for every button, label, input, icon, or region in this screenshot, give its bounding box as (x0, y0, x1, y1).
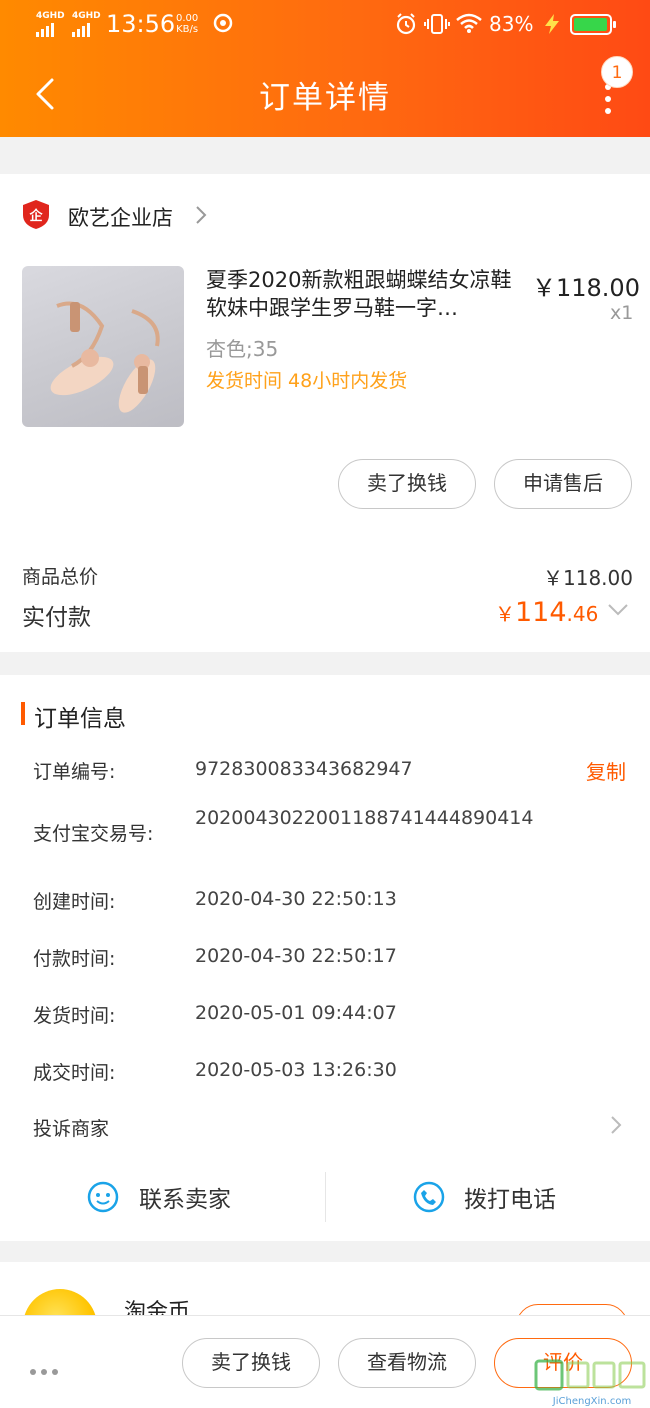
sim2-label: 4GHD (72, 11, 101, 21)
product-spec: 杏色;35 (206, 337, 279, 361)
vibrate-icon (424, 14, 450, 34)
paid-integer: 114 (515, 597, 567, 628)
chat-icon[interactable] (86, 1180, 120, 1214)
goods-total-value: ￥118.00 (543, 566, 633, 590)
paid-amount-label: 实付款 (22, 605, 91, 631)
paid-currency: ￥ (495, 602, 515, 626)
shipped-time-value: 2020-05-01 09:44:07 (195, 1002, 397, 1024)
more-dots-icon[interactable] (30, 1360, 63, 1379)
product-title[interactable]: 夏季2020新款粗跟蝴蝶结女凉鞋软妹中跟学生罗马鞋一字… (206, 266, 526, 322)
copy-button[interactable]: 复制 (586, 756, 626, 785)
alipay-trade-value: 2020043022001188741444890414 (195, 807, 534, 829)
wifi-icon (456, 13, 482, 33)
sandal-illustration (50, 301, 160, 413)
shipping-time: 发货时间 48小时内发货 (206, 370, 408, 392)
shipped-time-label: 发货时间: (33, 1005, 116, 1027)
charging-icon (545, 14, 559, 34)
complain-seller-link[interactable]: 投诉商家 (33, 1114, 109, 1141)
paid-time-label: 付款时间: (33, 948, 116, 970)
product-price: ￥118.00 (532, 274, 640, 302)
view-logistics-button[interactable]: 查看物流 (338, 1338, 476, 1388)
net-speed: 0.00 KB/s (176, 13, 198, 35)
battery-icon (570, 14, 616, 35)
bottom-sell-button[interactable]: 卖了换钱 (182, 1338, 320, 1388)
net-speed-value: 0.00 (176, 13, 199, 24)
product-image[interactable] (22, 266, 184, 427)
store-logo-icon: 企 (23, 200, 49, 229)
status-time: 13:56 (106, 10, 176, 38)
signal-icon: 4GHD (36, 12, 65, 37)
page-title: 订单详情 (259, 80, 391, 116)
completed-time-value: 2020-05-03 13:26:30 (195, 1059, 397, 1081)
section-accent-bar (21, 702, 25, 725)
order-number-value: 972830083343682947 (195, 758, 413, 780)
product-quantity: x1 (610, 302, 634, 324)
after-sale-button[interactable]: 申请售后 (494, 459, 632, 509)
paid-time-value: 2020-04-30 22:50:17 (195, 945, 397, 967)
sim1-label: 4GHD (36, 11, 65, 21)
chevron-down-icon[interactable] (607, 603, 629, 617)
paid-amount-value: ￥114.46 (495, 597, 598, 628)
phone-icon[interactable] (412, 1180, 446, 1214)
signal-icon-2: 4GHD (72, 12, 101, 37)
chevron-right-icon[interactable] (193, 204, 209, 226)
contact-seller-button[interactable]: 联系卖家 (139, 1180, 231, 1214)
store-name[interactable]: 欧艺企业店 (68, 202, 173, 232)
order-number-label: 订单编号: (33, 761, 116, 783)
chevron-right-icon[interactable] (609, 1115, 623, 1135)
battery-percent: 83% (489, 12, 534, 36)
call-phone-button[interactable]: 拨打电话 (464, 1180, 556, 1214)
status-bar: 4GHD 4GHD 13:56 0.00 KB/s 83% (0, 0, 650, 52)
completed-time-label: 成交时间: (33, 1062, 116, 1084)
goods-total-label: 商品总价 (22, 566, 99, 588)
alarm-icon (396, 13, 416, 35)
created-time-label: 创建时间: (33, 891, 116, 913)
order-info-title: 订单信息 (34, 706, 126, 732)
svg-text:企: 企 (28, 208, 43, 224)
watermark-text: JiChengXin.com (552, 1396, 631, 1407)
paid-decimal: .46 (566, 602, 599, 626)
net-speed-unit: KB/s (176, 24, 199, 35)
site-watermark: JiChengXin.com (534, 1359, 646, 1407)
contact-divider (325, 1172, 326, 1222)
sync-icon (213, 13, 233, 33)
notification-badge[interactable]: 1 (601, 56, 633, 88)
more-menu-icon[interactable] (598, 84, 618, 114)
created-time-value: 2020-04-30 22:50:13 (195, 888, 397, 910)
app-header: 4GHD 4GHD 13:56 0.00 KB/s 83% 订单详情 1 (0, 0, 650, 137)
alipay-trade-label: 支付宝交易号: (33, 823, 154, 845)
sell-for-money-button[interactable]: 卖了换钱 (338, 459, 476, 509)
